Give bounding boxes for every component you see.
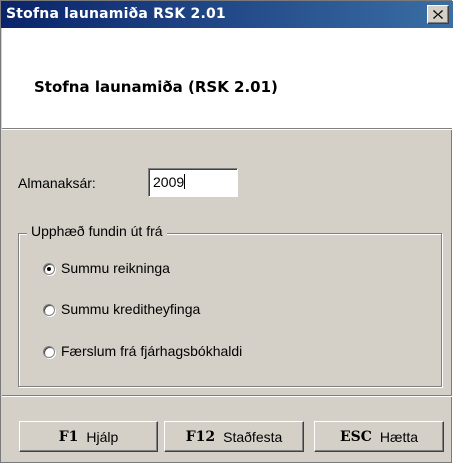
dialog-window: Stofna launamiða RSK 2.01 Stofna launami… <box>0 0 453 463</box>
year-value: 2009 <box>153 174 185 190</box>
cancel-label: Hætta <box>379 428 419 445</box>
dialog-header: Stofna launamiða (RSK 2.01) <box>2 28 452 129</box>
radio-label-invoices[interactable]: Summu reikninga <box>61 260 170 276</box>
radio-label-ledger[interactable]: Færslum frá fjárhagsbókhaldi <box>61 343 242 359</box>
help-label: Hjálp <box>86 428 119 445</box>
dialog-heading: Stofna launamiða (RSK 2.01) <box>34 78 278 96</box>
radio-button-credit-movements[interactable] <box>43 304 55 316</box>
header-divider <box>2 129 452 130</box>
radio-button-ledger[interactable] <box>43 346 55 358</box>
cancel-button[interactable]: ESC Hætta <box>314 421 444 452</box>
cancel-key: ESC <box>339 428 372 445</box>
confirm-key: F12 <box>185 428 216 445</box>
groupbox-legend: Upphæð fundin út frá <box>27 223 167 239</box>
footer-divider-highlight <box>2 396 452 397</box>
title-bar[interactable]: Stofna launamiða RSK 2.01 <box>1 1 453 28</box>
close-button[interactable] <box>427 5 449 24</box>
radio-label-credit-movements[interactable]: Summu kreditheyfinga <box>61 301 200 317</box>
text-caret <box>184 174 186 189</box>
window-title: Stofna launamiða RSK 2.01 <box>6 6 226 22</box>
year-label: Almanaksár: <box>18 175 96 191</box>
close-icon <box>433 10 443 19</box>
help-button[interactable]: F1 Hjálp <box>19 421 158 452</box>
help-key: F1 <box>58 428 79 445</box>
confirm-button[interactable]: F12 Staðfesta <box>164 421 304 452</box>
year-input[interactable]: 2009 <box>148 168 238 197</box>
confirm-label: Staðfesta <box>223 428 283 445</box>
radio-selected-dot <box>47 267 51 271</box>
radio-button-invoices[interactable] <box>43 263 55 275</box>
